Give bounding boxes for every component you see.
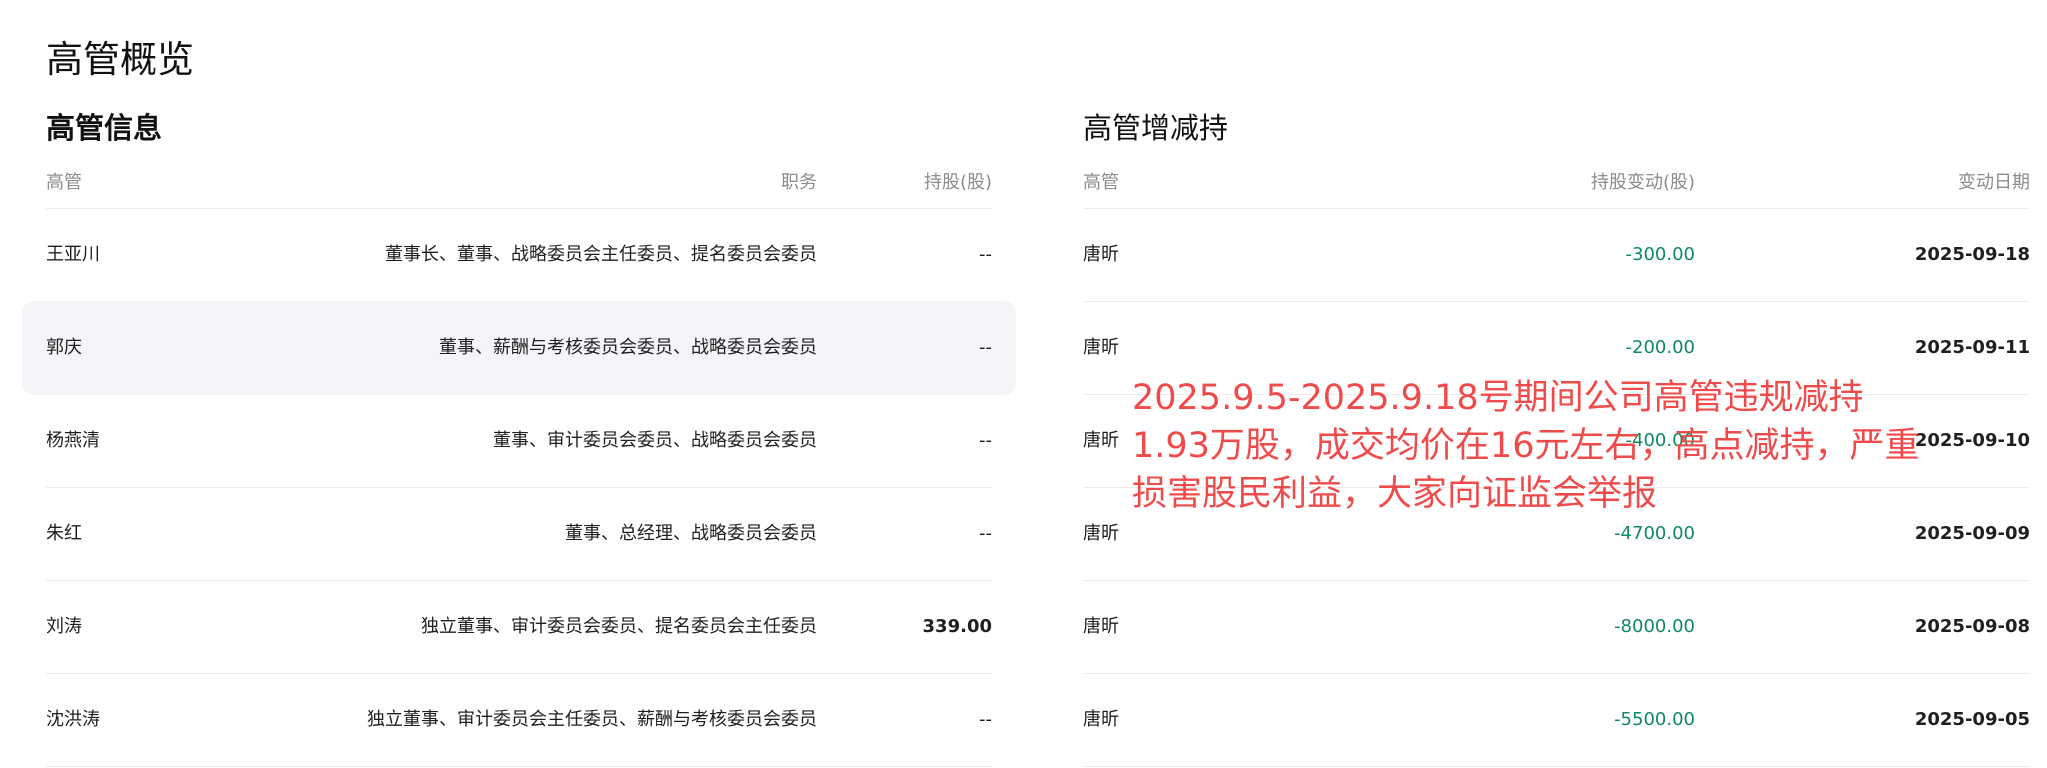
exec-name: 王亚川 <box>46 244 100 265</box>
exec-shares: -- <box>979 430 992 451</box>
exec-shares: -- <box>979 244 992 265</box>
exec-shares: -- <box>979 337 992 358</box>
exec-shares: -- <box>979 709 992 730</box>
exec-name: 郭庆 <box>46 337 82 358</box>
change-date: 2025-09-18 <box>1914 244 2030 265</box>
change-amount: -8000.00 <box>1614 616 1695 637</box>
exec-shares: -- <box>979 523 992 544</box>
table-row[interactable]: 朱红 董事、总经理、战略委员会委员 -- <box>46 488 992 581</box>
change-date: 2025-09-05 <box>1914 709 2030 730</box>
change-date: 2025-09-08 <box>1914 616 2030 637</box>
page-title: 高管概览 <box>46 38 194 81</box>
exec-role: 董事、审计委员会委员、战略委员会委员 <box>493 430 817 451</box>
header-date: 变动日期 <box>1958 172 2030 193</box>
exec-name: 沈洪涛 <box>46 709 100 730</box>
exec-changes-title: 高管增减持 <box>1083 111 1229 145</box>
table-row[interactable]: 唐昕 -8000.00 2025-09-08 <box>1083 581 2030 674</box>
exec-role: 董事、薪酬与考核委员会委员、战略委员会委员 <box>439 337 817 358</box>
table-row[interactable]: 刘涛 独立董事、审计委员会委员、提名委员会主任委员 339.00 <box>46 581 992 674</box>
exec-role: 独立董事、审计委员会主任委员、薪酬与考核委员会委员 <box>367 709 817 730</box>
exec-name: 朱红 <box>46 523 82 544</box>
change-exec-name: 唐昕 <box>1083 709 1119 730</box>
change-date: 2025-09-09 <box>1914 523 2030 544</box>
exec-name: 杨燕清 <box>46 430 100 451</box>
exec-role: 董事、总经理、战略委员会委员 <box>565 523 817 544</box>
change-exec-name: 唐昕 <box>1083 616 1119 637</box>
exec-role: 独立董事、审计委员会委员、提名委员会主任委员 <box>421 616 817 637</box>
exec-info-title: 高管信息 <box>46 111 163 145</box>
change-exec-name: 唐昕 <box>1083 244 1119 265</box>
table-row[interactable]: 唐昕 -5500.00 2025-09-05 <box>1083 674 2030 767</box>
table-row[interactable]: 唐昕 -300.00 2025-09-18 <box>1083 209 2030 302</box>
annotation-text: 2025.9.5-2025.9.18号期间公司高管违规减持1.93万股，成交均价… <box>1132 378 1920 514</box>
change-exec-name: 唐昕 <box>1083 523 1119 544</box>
header-shares: 持股(股) <box>923 172 992 193</box>
change-exec-name: 唐昕 <box>1083 337 1119 358</box>
change-exec-name: 唐昕 <box>1083 430 1119 451</box>
table-row[interactable]: 沈洪涛 独立董事、审计委员会主任委员、薪酬与考核委员会委员 -- <box>46 674 992 767</box>
exec-name: 刘涛 <box>46 616 82 637</box>
header-name: 高管 <box>1083 172 1119 193</box>
change-amount: -5500.00 <box>1614 709 1695 730</box>
change-date: 2025-09-11 <box>1914 337 2030 358</box>
table-row[interactable]: 杨燕清 董事、审计委员会委员、战略委员会委员 -- <box>46 395 992 488</box>
header-change: 持股变动(股) <box>1590 172 1695 193</box>
table-row[interactable]: 王亚川 董事长、董事、战略委员会主任委员、提名委员会委员 -- <box>46 209 992 302</box>
header-role: 职务 <box>781 172 817 193</box>
table-row[interactable]: 郭庆 董事、薪酬与考核委员会委员、战略委员会委员 -- <box>22 301 1016 395</box>
exec-info-table-header: 高管 职务 持股(股) <box>46 158 992 209</box>
exec-info-panel: 高管信息 高管 职务 持股(股) 王亚川 董事长、董事、战略委员会主任委员、提名… <box>22 104 1016 767</box>
exec-role: 董事长、董事、战略委员会主任委员、提名委员会委员 <box>385 244 817 265</box>
change-amount: -300.00 <box>1625 244 1695 265</box>
header-name: 高管 <box>46 172 82 193</box>
exec-shares: 339.00 <box>922 616 992 637</box>
change-date: 2025-09-10 <box>1914 430 2030 451</box>
exec-changes-table-header: 高管 持股变动(股) 变动日期 <box>1083 158 2030 209</box>
